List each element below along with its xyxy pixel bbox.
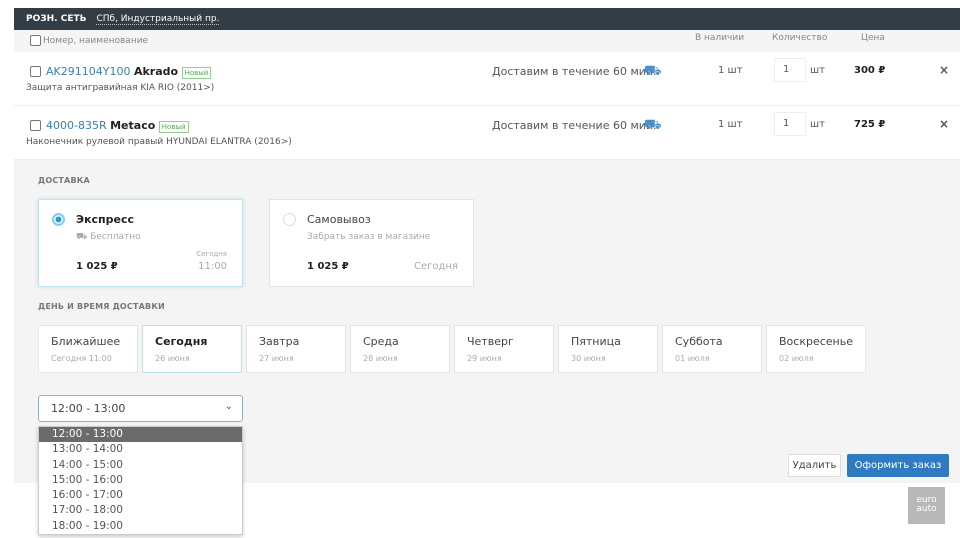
express-when-label: Сегодня bbox=[196, 250, 227, 258]
day-name: Среда bbox=[363, 335, 399, 348]
item-delivery: Доставим в течение 60 мин. bbox=[492, 119, 657, 132]
col-price: Цена bbox=[861, 33, 885, 43]
pickup-name: Самовывоз bbox=[307, 213, 371, 226]
schedule-title: ДЕНЬ И ВРЕМЯ ДОСТАВКИ bbox=[38, 302, 165, 311]
pickup-when: Сегодня bbox=[414, 261, 458, 272]
day-date: 02 июля bbox=[779, 354, 814, 363]
item-brand: Metaco bbox=[110, 119, 156, 132]
item-brand: Akrado bbox=[133, 65, 179, 78]
item-description: Наконечник рулевой правый HYUNDAI ELANTR… bbox=[26, 137, 292, 147]
day-tile[interactable]: Воскресенье 02 июля bbox=[766, 325, 866, 373]
day-date: 28 июня bbox=[363, 354, 398, 363]
time-option[interactable]: 16:00 - 17:00 bbox=[39, 488, 242, 503]
euroauto-logo: euro auto bbox=[908, 487, 945, 524]
time-option[interactable]: 13:00 - 14:00 bbox=[39, 442, 242, 457]
time-option[interactable]: 12:00 - 13:00 bbox=[39, 427, 242, 443]
day-name: Ближайшее bbox=[51, 335, 121, 348]
express-name: Экспресс bbox=[76, 213, 135, 226]
item-unit: шт bbox=[810, 119, 825, 130]
col-name: Номер, наименование bbox=[43, 36, 149, 46]
item-stock: 1 шт bbox=[718, 119, 743, 130]
store-location-link[interactable]: СПб, Индустриальный пр. bbox=[96, 14, 220, 25]
day-name: Четверг bbox=[467, 335, 514, 348]
pickup-price: 1 025 ₽ bbox=[307, 261, 349, 272]
express-price: 1 025 ₽ bbox=[76, 261, 118, 272]
day-tile[interactable]: Ближайшее Сегодня 11:00 bbox=[38, 325, 138, 373]
day-name: Суббота bbox=[675, 335, 723, 348]
express-when-time: 11:00 bbox=[198, 261, 227, 272]
day-tile[interactable]: Четверг 29 июня bbox=[454, 325, 554, 373]
day-tile[interactable]: Пятница 30 июня bbox=[558, 325, 658, 373]
item-code-link[interactable]: AK291104Y100 bbox=[46, 65, 130, 78]
day-date: 27 июня bbox=[259, 354, 294, 363]
time-option[interactable]: 15:00 - 16:00 bbox=[39, 473, 242, 488]
pickup-sub: Забрать заказ в магазине bbox=[307, 232, 431, 242]
col-stock: В наличии bbox=[695, 33, 745, 43]
pickup-radio[interactable] bbox=[283, 213, 296, 226]
express-radio[interactable] bbox=[52, 213, 65, 226]
day-name: Воскресенье bbox=[779, 335, 853, 348]
col-qty: Количество bbox=[772, 33, 828, 43]
delete-button[interactable]: Удалить bbox=[788, 454, 841, 477]
select-all-checkbox[interactable] bbox=[30, 35, 41, 46]
checkout-button[interactable]: Оформить заказ bbox=[847, 454, 949, 477]
item-checkbox[interactable] bbox=[30, 120, 41, 131]
day-date: 29 июня bbox=[467, 354, 502, 363]
day-name: Завтра bbox=[259, 335, 300, 348]
item-description: Защита антигравийная KIA RIO (2011>) bbox=[26, 83, 215, 93]
truck-icon: ⛟ bbox=[644, 117, 662, 133]
time-option[interactable]: 14:00 - 15:00 bbox=[39, 458, 242, 473]
delivery-title: ДОСТАВКА bbox=[38, 176, 90, 185]
item-price: 725 ₽ bbox=[854, 119, 886, 130]
truck-icon: ⛟ bbox=[644, 63, 662, 79]
time-dropdown: 12:00 - 13:00 13:00 - 14:00 14:00 - 15:00 1… bbox=[38, 426, 243, 535]
express-sub: Бесплатно bbox=[90, 232, 141, 242]
remove-item-icon[interactable]: × bbox=[939, 117, 949, 131]
chevron-down-icon: ⌄ bbox=[224, 401, 233, 412]
table-header: Номер, наименование В наличии Количество… bbox=[14, 30, 960, 52]
item-code-link[interactable]: 4000-835R bbox=[46, 119, 107, 132]
day-date: 30 июня bbox=[571, 354, 606, 363]
day-name: Пятница bbox=[571, 335, 621, 348]
time-option[interactable]: 18:00 - 19:00 bbox=[39, 519, 242, 534]
time-select-value: 12:00 - 13:00 bbox=[51, 402, 126, 415]
item-qty-input[interactable]: 1 bbox=[774, 112, 806, 136]
truck-icon: ⛟ bbox=[76, 232, 88, 242]
store-bar: РОЗН. СЕТЬ СПб, Индустриальный пр. bbox=[14, 8, 960, 30]
item-unit: шт bbox=[810, 65, 825, 76]
day-tile[interactable]: Сегодня 26 июня bbox=[142, 325, 242, 373]
network-label: РОЗН. СЕТЬ bbox=[26, 14, 87, 24]
time-option[interactable]: 17:00 - 18:00 bbox=[39, 503, 242, 518]
item-price: 300 ₽ bbox=[854, 65, 886, 76]
item-checkbox[interactable] bbox=[30, 66, 41, 77]
time-select[interactable]: 12:00 - 13:00 ⌄ bbox=[38, 395, 243, 422]
day-tile[interactable]: Суббота 01 июля bbox=[662, 325, 762, 373]
remove-item-icon[interactable]: × bbox=[939, 63, 949, 77]
day-tile[interactable]: Среда 28 июня bbox=[350, 325, 450, 373]
day-tile[interactable]: Завтра 27 июня bbox=[246, 325, 346, 373]
day-date: 01 июля bbox=[675, 354, 710, 363]
cart-item-row: 4000-835R Metaco Новый Наконечник рулево… bbox=[14, 106, 960, 160]
item-qty-input[interactable]: 1 bbox=[774, 58, 806, 82]
cart-item-row: AK291104Y100 Akrado Новый Защита антигра… bbox=[14, 52, 960, 106]
day-date: Сегодня 11:00 bbox=[51, 354, 112, 363]
item-stock: 1 шт bbox=[718, 65, 743, 76]
delivery-option-express[interactable]: Экспресс ⛟ Бесплатно Сегодня 1 025 ₽ 11:… bbox=[38, 199, 243, 287]
item-badge: Новый bbox=[181, 67, 212, 79]
delivery-option-pickup[interactable]: Самовывоз Забрать заказ в магазине 1 025… bbox=[269, 199, 474, 287]
item-delivery: Доставим в течение 60 мин. bbox=[492, 65, 657, 78]
day-name: Сегодня bbox=[155, 335, 208, 348]
item-badge: Новый bbox=[158, 121, 189, 133]
day-date: 26 июня bbox=[155, 354, 190, 363]
